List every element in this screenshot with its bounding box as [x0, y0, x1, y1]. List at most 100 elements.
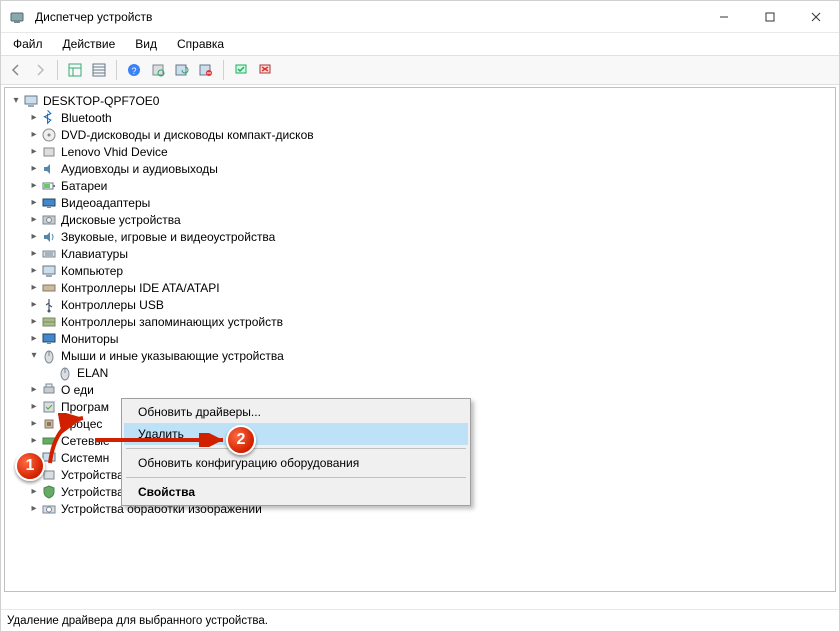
- pc-icon: [41, 263, 57, 279]
- toolbar-update-icon[interactable]: [171, 59, 193, 81]
- ctx-rescan[interactable]: Обновить конфигурацию оборудования: [124, 452, 468, 474]
- tree-label: Контроллеры запоминающих устройств: [61, 315, 283, 329]
- computer-icon: [23, 93, 39, 109]
- chevron-right-icon[interactable]: ▸: [27, 298, 41, 312]
- tree-label: DVD-дисководы и дисководы компакт-дисков: [61, 128, 314, 142]
- tree-item-multimedia[interactable]: ▸Звуковые, игровые и видеоустройства: [9, 228, 827, 245]
- toolbar: ?: [1, 55, 839, 85]
- toolbar-enable-icon[interactable]: [230, 59, 252, 81]
- app-icon: [9, 9, 25, 25]
- tree-label: Bluetooth: [61, 111, 112, 125]
- ctx-properties[interactable]: Свойства: [124, 481, 468, 503]
- maximize-button[interactable]: [747, 2, 793, 32]
- tree-item-lenovo[interactable]: ▸Lenovo Vhid Device: [9, 143, 827, 160]
- tree-label: Клавиатуры: [61, 247, 128, 261]
- toolbar-uninstall-icon[interactable]: [195, 59, 217, 81]
- device-icon: [41, 144, 57, 160]
- chevron-right-icon[interactable]: ▸: [27, 128, 41, 142]
- chevron-right-icon[interactable]: ▸: [27, 213, 41, 227]
- menu-file[interactable]: Файл: [5, 35, 51, 53]
- disc-icon: [41, 127, 57, 143]
- tree-item-ide[interactable]: ▸Контроллеры IDE ATA/ATAPI: [9, 279, 827, 296]
- chevron-right-icon[interactable]: ▸: [27, 417, 41, 431]
- chevron-right-icon[interactable]: ▸: [27, 434, 41, 448]
- chevron-down-icon[interactable]: ▾: [27, 349, 41, 363]
- annotation-marker-2: 2: [226, 425, 256, 455]
- tree-item-elan[interactable]: ELAN: [9, 364, 827, 381]
- tree-label: Програм: [61, 400, 109, 414]
- tree-label: Видеоадаптеры: [61, 196, 150, 210]
- close-button[interactable]: [793, 2, 839, 32]
- chevron-right-icon[interactable]: ▸: [27, 230, 41, 244]
- toolbar-help-icon[interactable]: ?: [123, 59, 145, 81]
- marker-label: 1: [26, 457, 35, 475]
- audio-icon: [41, 161, 57, 177]
- chevron-right-icon[interactable]: ▸: [27, 502, 41, 516]
- tree-label: Мыши и иные указывающие устройства: [61, 349, 284, 363]
- toolbar-scan-icon[interactable]: [147, 59, 169, 81]
- tree-item-bluetooth[interactable]: ▸ Bluetooth: [9, 109, 827, 126]
- nav-forward-button[interactable]: [29, 59, 51, 81]
- annotation-marker-1: 1: [15, 451, 45, 481]
- chevron-right-icon[interactable]: ▸: [27, 264, 41, 278]
- toolbar-disable-icon[interactable]: [254, 59, 276, 81]
- display-adapter-icon: [41, 195, 57, 211]
- tree-item-monitors[interactable]: ▸ Мониторы: [9, 330, 827, 347]
- tree-item-computer[interactable]: ▸Компьютер: [9, 262, 827, 279]
- status-bar: Удаление драйвера для выбранного устройс…: [1, 609, 839, 631]
- tree-item-usb[interactable]: ▸Контроллеры USB: [9, 296, 827, 313]
- status-text: Удаление драйвера для выбранного устройс…: [7, 615, 268, 627]
- toolbar-details-icon[interactable]: [88, 59, 110, 81]
- chevron-down-icon[interactable]: ▾: [9, 94, 23, 108]
- controller-icon: [41, 280, 57, 296]
- tree-item-display[interactable]: ▸ Видеоадаптеры: [9, 194, 827, 211]
- tree-item-audio[interactable]: ▸Аудиовходы и аудиовыходы: [9, 160, 827, 177]
- chevron-right-icon[interactable]: ▸: [27, 315, 41, 329]
- tree-item-mice[interactable]: ▾ Мыши и иные указывающие устройства: [9, 347, 827, 364]
- context-menu: Обновить драйверы... Удалить Обновить ко…: [121, 398, 471, 506]
- minimize-button[interactable]: [701, 2, 747, 32]
- tree-label: ELAN: [77, 366, 108, 380]
- camera-icon: [41, 501, 57, 517]
- tree-item-keyboard[interactable]: ▸ Клавиатуры: [9, 245, 827, 262]
- menu-action[interactable]: Действие: [55, 35, 124, 53]
- chevron-right-icon[interactable]: ▸: [27, 145, 41, 159]
- chevron-right-icon[interactable]: ▸: [27, 281, 41, 295]
- chevron-right-icon[interactable]: ▸: [27, 485, 41, 499]
- chevron-right-icon[interactable]: ▸: [27, 247, 41, 261]
- tree-item-dvdcd[interactable]: ▸ DVD-дисководы и дисководы компакт-диско…: [9, 126, 827, 143]
- tree-item-storage[interactable]: ▸ Контроллеры запоминающих устройств: [9, 313, 827, 330]
- chevron-right-icon[interactable]: ▸: [27, 196, 41, 210]
- chevron-right-icon[interactable]: ▸: [27, 332, 41, 346]
- tree-item-batteries[interactable]: ▸Батареи: [9, 177, 827, 194]
- menu-bar: Файл Действие Вид Справка: [1, 33, 839, 55]
- printer-icon: [41, 382, 57, 398]
- tree-label: Мониторы: [61, 332, 118, 346]
- marker-label: 2: [237, 431, 246, 449]
- window-controls: [701, 2, 839, 32]
- battery-icon: [41, 178, 57, 194]
- ctx-update-driver[interactable]: Обновить драйверы...: [124, 401, 468, 423]
- menu-help[interactable]: Справка: [169, 35, 232, 53]
- tree-label: Дисковые устройства: [61, 213, 181, 227]
- security-icon: [41, 484, 57, 500]
- tree-root[interactable]: ▾ DESKTOP-QPF7OE0: [9, 92, 827, 109]
- sound-icon: [41, 229, 57, 245]
- toolbar-view-icon[interactable]: [64, 59, 86, 81]
- hdd-icon: [41, 212, 57, 228]
- annotation-arrow-2: [93, 433, 233, 447]
- menu-view[interactable]: Вид: [127, 35, 165, 53]
- tree-item-disk[interactable]: ▸ Дисковые устройства: [9, 211, 827, 228]
- chevron-right-icon[interactable]: ▸: [27, 162, 41, 176]
- nav-back-button[interactable]: [5, 59, 27, 81]
- keyboard-icon: [41, 246, 57, 262]
- title-bar: Диспетчер устройств: [1, 1, 839, 33]
- chevron-right-icon[interactable]: ▸: [27, 111, 41, 125]
- chevron-right-icon[interactable]: ▸: [27, 400, 41, 414]
- monitor-icon: [41, 331, 57, 347]
- storage-icon: [41, 314, 57, 330]
- chevron-right-icon[interactable]: ▸: [27, 383, 41, 397]
- chevron-right-icon[interactable]: ▸: [27, 179, 41, 193]
- tree-item-printqueue[interactable]: ▸О еди: [9, 381, 827, 398]
- bluetooth-icon: [41, 110, 57, 126]
